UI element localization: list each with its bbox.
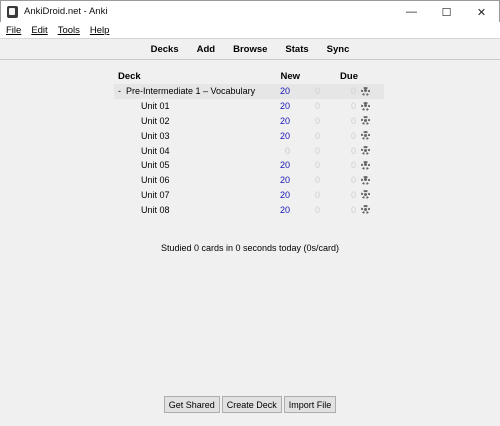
minimize-button[interactable]: — [394, 1, 429, 23]
studied-summary: Studied 0 cards in 0 seconds today (0s/c… [160, 243, 340, 253]
due-count: 0 [350, 130, 356, 141]
deck-options-button[interactable] [356, 131, 370, 141]
anki-app-icon [7, 5, 18, 18]
due-count: 0 [350, 145, 356, 156]
deck-table: Deck New Due - Pre-Intermediate 1 – Vocab… [114, 68, 384, 217]
due-count: 0 [350, 101, 356, 112]
menu-tools-label: Tools [57, 24, 80, 36]
window-title: AnkiDroid.net - Anki [24, 6, 108, 17]
deck-options-button[interactable] [356, 160, 370, 170]
title-bar: AnkiDroid.net - Anki — ☐ ✕ [0, 0, 500, 22]
deck-row: Unit 05 20 0 0 [114, 158, 384, 173]
learn-count: 0 [314, 189, 320, 200]
deck-name-link[interactable]: Unit 02 [126, 116, 278, 126]
collapse-toggle[interactable]: - [114, 86, 126, 96]
deck-options-button[interactable] [356, 190, 370, 200]
deck-options-button[interactable] [356, 205, 370, 215]
deck-name-link[interactable]: Unit 04 [126, 146, 278, 156]
import-file-button[interactable]: Import File [283, 396, 337, 413]
deck-row: - Pre-Intermediate 1 – Vocabulary 20 0 0 [114, 84, 384, 99]
menu-help[interactable]: Help [85, 25, 115, 36]
deck-options-button[interactable] [356, 86, 370, 96]
due-count: 0 [350, 189, 356, 200]
new-count: 0 [284, 145, 290, 156]
menu-tools[interactable]: Tools [53, 25, 85, 36]
deck-options-button[interactable] [356, 175, 370, 185]
learn-count: 0 [314, 86, 320, 97]
deck-row: Unit 02 20 0 0 [114, 114, 384, 129]
gear-icon [361, 190, 370, 200]
learn-count: 0 [314, 101, 320, 112]
due-count: 0 [350, 86, 356, 97]
learn-count: 0 [314, 175, 320, 186]
toolbar-add[interactable]: Add [188, 44, 224, 55]
header-deck: Deck [118, 70, 141, 82]
gear-icon [361, 175, 370, 185]
toolbar-stats[interactable]: Stats [276, 44, 317, 55]
deck-options-button[interactable] [356, 101, 370, 111]
deck-row: Unit 06 20 0 0 [114, 173, 384, 188]
deck-name-link[interactable]: Unit 03 [126, 131, 278, 141]
new-count: 20 [279, 130, 290, 141]
toolbar-decks[interactable]: Decks [142, 44, 188, 55]
menu-edit[interactable]: Edit [26, 25, 52, 36]
deck-row: Unit 07 20 0 0 [114, 188, 384, 203]
create-deck-button[interactable]: Create Deck [221, 396, 282, 413]
deck-options-button[interactable] [356, 146, 370, 156]
learn-count: 0 [314, 130, 320, 141]
deck-name-link[interactable]: Unit 06 [126, 175, 278, 185]
new-count: 20 [279, 86, 290, 97]
gear-icon [361, 116, 370, 126]
learn-count: 0 [314, 204, 320, 215]
due-count: 0 [350, 204, 356, 215]
learn-count: 0 [314, 160, 320, 171]
due-count: 0 [350, 115, 356, 126]
menu-file-label: File [6, 24, 22, 36]
deck-options-button[interactable] [356, 116, 370, 126]
main-toolbar: Decks Add Browse Stats Sync [0, 40, 500, 60]
gear-icon [361, 146, 370, 156]
deck-name-link[interactable]: Unit 01 [126, 101, 278, 111]
deck-row: Unit 03 20 0 0 [114, 128, 384, 143]
menu-edit-label: Edit [31, 24, 48, 36]
deck-rows: - Pre-Intermediate 1 – Vocabulary 20 0 0 Unit… [114, 84, 384, 217]
toolbar-sync[interactable]: Sync [318, 44, 359, 55]
bottom-buttons: Get Shared Create Deck Import File [0, 396, 500, 413]
learn-count: 0 [314, 115, 320, 126]
menu-bar: File Edit Tools Help [0, 22, 500, 39]
deck-name-link[interactable]: Pre-Intermediate 1 – Vocabulary [126, 86, 278, 96]
deck-name-link[interactable]: Unit 05 [126, 160, 278, 170]
get-shared-button[interactable]: Get Shared [163, 396, 220, 413]
menu-file[interactable]: File [0, 25, 26, 36]
new-count: 20 [279, 204, 290, 215]
learn-count: 0 [314, 145, 320, 156]
close-button[interactable]: ✕ [464, 1, 499, 23]
gear-icon [361, 86, 370, 96]
window-controls: — ☐ ✕ [394, 1, 499, 23]
gear-icon [361, 205, 370, 215]
new-count: 20 [279, 115, 290, 126]
gear-icon [361, 101, 370, 111]
due-count: 0 [350, 160, 356, 171]
new-count: 20 [279, 189, 290, 200]
deck-name-link[interactable]: Unit 07 [126, 190, 278, 200]
deck-table-header: Deck New Due [114, 68, 384, 84]
deck-name-link[interactable]: Unit 08 [126, 205, 278, 215]
due-count: 0 [350, 175, 356, 186]
gear-icon [361, 131, 370, 141]
new-count: 20 [279, 101, 290, 112]
header-new: New [280, 70, 300, 82]
header-due: Due [340, 70, 358, 82]
menu-help-label: Help [89, 24, 110, 36]
deck-row: Unit 08 20 0 0 [114, 202, 384, 217]
deck-row: Unit 01 20 0 0 [114, 99, 384, 114]
new-count: 20 [279, 160, 290, 171]
toolbar-browse[interactable]: Browse [224, 44, 276, 55]
new-count: 20 [279, 175, 290, 186]
deck-row: Unit 04 0 0 0 [114, 143, 384, 158]
gear-icon [361, 160, 370, 170]
maximize-button[interactable]: ☐ [429, 1, 464, 23]
